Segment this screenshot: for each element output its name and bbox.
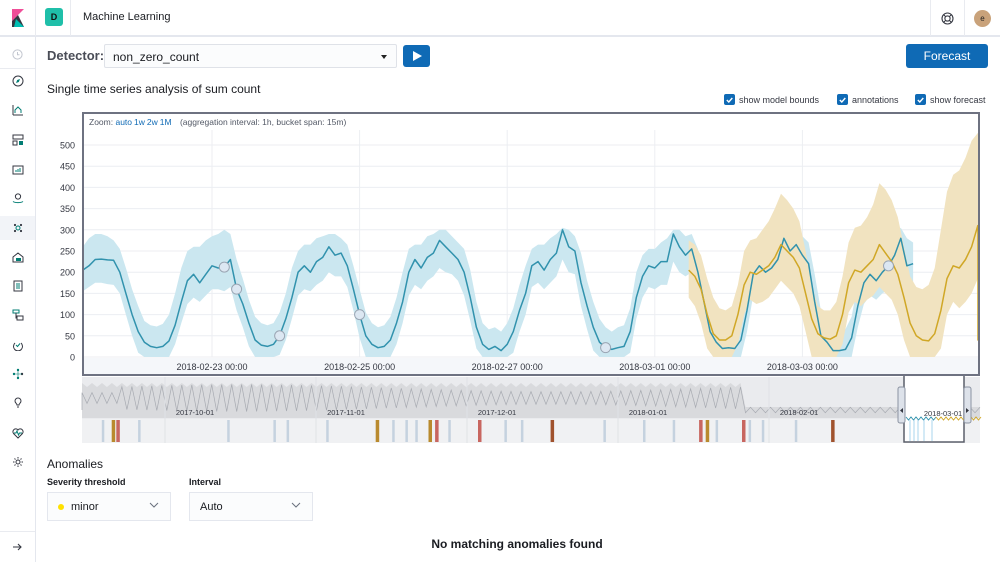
zoom-option-auto[interactable]: auto bbox=[115, 117, 132, 127]
context-anomaly-marker bbox=[428, 420, 432, 442]
context-anomaly-marker bbox=[699, 420, 703, 442]
context-anomaly-marker bbox=[138, 420, 141, 442]
interval-select[interactable]: Auto bbox=[189, 492, 313, 521]
brush-date-label: 2018-03-01 bbox=[924, 409, 962, 418]
context-anomaly-marker bbox=[831, 420, 835, 442]
interval-value: Auto bbox=[200, 500, 223, 513]
context-anomaly-marker bbox=[705, 420, 710, 442]
context-anomaly-marker bbox=[375, 420, 380, 442]
y-tick-label: 150 bbox=[60, 289, 75, 299]
y-tick-label: 350 bbox=[60, 204, 75, 214]
context-anomaly-marker bbox=[116, 420, 120, 442]
gear-icon bbox=[12, 456, 23, 467]
context-anomaly-marker bbox=[101, 420, 105, 442]
context-anomaly-marker bbox=[111, 420, 116, 442]
zoom-option-1m[interactable]: 1M bbox=[160, 117, 172, 127]
context-anomaly-marker bbox=[435, 420, 439, 442]
context-anomaly-marker bbox=[273, 420, 276, 442]
context-anomaly-marker bbox=[748, 420, 752, 442]
context-anomaly-marker bbox=[742, 420, 746, 442]
y-tick-label: 500 bbox=[60, 141, 75, 151]
context-anomaly-marker bbox=[405, 420, 408, 442]
context-anomaly-marker bbox=[392, 420, 395, 442]
context-anomaly-marker bbox=[715, 420, 719, 442]
context-x-tick-label: 2017-11-01 bbox=[327, 408, 365, 417]
y-tick-label: 0 bbox=[70, 353, 75, 363]
zoom-prefix: Zoom: bbox=[89, 117, 114, 127]
y-tick-label: 250 bbox=[60, 247, 75, 257]
context-anomaly-marker bbox=[504, 420, 507, 442]
focus-chart-frame bbox=[82, 112, 980, 376]
brush-handle-right[interactable] bbox=[963, 386, 972, 424]
context-anomaly-marker bbox=[643, 420, 646, 442]
context-anomaly-marker bbox=[286, 420, 290, 442]
context-anomaly-marker bbox=[520, 420, 524, 442]
y-tick-label: 200 bbox=[60, 268, 75, 278]
zoom-controls: Zoom: auto 1w 2w 1M (aggregation interval: … bbox=[89, 117, 346, 127]
zoom-option-2w[interactable]: 2w bbox=[147, 117, 158, 127]
context-anomaly-marker bbox=[448, 420, 451, 442]
interval-label: Interval bbox=[189, 477, 222, 487]
severity-minor-dot-icon bbox=[58, 503, 64, 510]
context-anomaly-marker bbox=[326, 420, 329, 442]
y-tick-label: 100 bbox=[60, 310, 75, 320]
zoom-option-1w[interactable]: 1w bbox=[134, 117, 145, 127]
context-anomaly-marker bbox=[761, 420, 765, 442]
severity-threshold-label: Severity threshold bbox=[47, 477, 126, 487]
y-tick-label: 300 bbox=[60, 225, 75, 235]
zoom-aggregation-info: (aggregation interval: 1h, bucket span: … bbox=[179, 117, 347, 127]
sidebar-item-management[interactable] bbox=[0, 450, 35, 474]
context-x-tick-label: 2017-10-01 bbox=[176, 408, 214, 417]
no-anomalies-message: No matching anomalies found bbox=[431, 537, 603, 551]
context-anomaly-marker bbox=[603, 420, 606, 442]
y-tick-label: 450 bbox=[60, 162, 75, 172]
context-anomaly-marker bbox=[227, 420, 230, 442]
severity-threshold-select[interactable]: minor bbox=[47, 492, 171, 521]
y-tick-label: 400 bbox=[60, 183, 75, 193]
brush-handle-left[interactable] bbox=[897, 386, 906, 424]
context-anomaly-marker bbox=[550, 420, 555, 442]
context-x-tick-label: 2017-12-01 bbox=[478, 408, 516, 417]
context-anomaly-marker bbox=[794, 420, 798, 442]
chevron-down-icon bbox=[149, 502, 159, 508]
chevron-down-icon bbox=[291, 502, 301, 508]
context-x-tick-label: 2018-02-01 bbox=[780, 408, 818, 417]
context-x-tick-label: 2018-01-01 bbox=[629, 408, 667, 417]
context-anomaly-marker bbox=[672, 420, 676, 442]
severity-value: minor bbox=[71, 500, 99, 513]
context-anomaly-marker bbox=[415, 420, 418, 442]
context-anomaly-marker bbox=[478, 420, 482, 442]
anomalies-title: Anomalies bbox=[47, 457, 104, 471]
y-tick-label: 50 bbox=[65, 331, 75, 341]
context-swimlane-bg bbox=[82, 419, 980, 443]
